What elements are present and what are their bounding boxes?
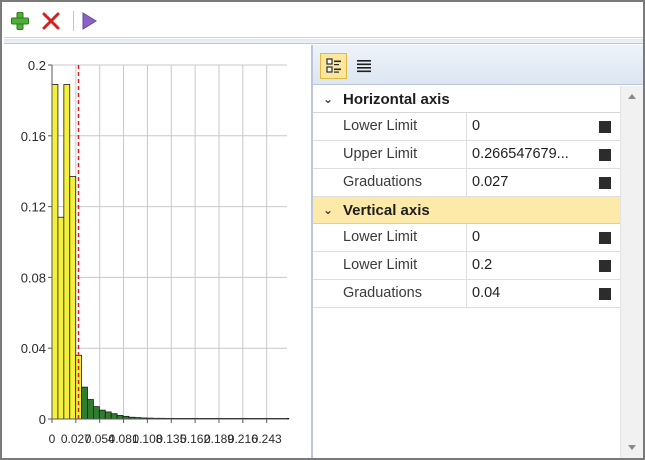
- column-divider: [466, 169, 467, 196]
- run-icon: [82, 12, 97, 30]
- y-tick-label: 0.16: [21, 129, 46, 144]
- histogram-bar: [116, 415, 124, 420]
- histogram-bar: [51, 84, 59, 420]
- chevron-down-icon[interactable]: ⌄: [313, 92, 343, 106]
- value-marker-icon: [599, 288, 611, 300]
- header-strip: [4, 39, 643, 44]
- column-divider: [466, 252, 467, 279]
- category-title: Horizontal axis: [343, 90, 450, 108]
- property-toolbar: [313, 45, 643, 85]
- property-grid: ⌄ Horizontal axis Lower Limit 0 Upper Li…: [313, 86, 620, 458]
- column-divider: [466, 141, 467, 168]
- column-divider: [466, 224, 467, 251]
- plot-area: [52, 65, 287, 419]
- category-title: Vertical axis: [343, 201, 430, 219]
- property-name: Graduations: [343, 174, 422, 190]
- y-tick-label: 0.12: [21, 200, 46, 215]
- column-divider: [466, 113, 467, 140]
- category-horizontal-axis[interactable]: ⌄ Horizontal axis: [313, 86, 620, 113]
- property-name: Graduations: [343, 285, 422, 301]
- add-button[interactable]: [9, 10, 31, 32]
- property-value[interactable]: 0.2: [472, 252, 594, 279]
- category-vertical-axis[interactable]: ⌄ Vertical axis: [313, 197, 620, 224]
- property-name: Lower Limit: [343, 118, 418, 134]
- y-tick-label: 0: [39, 412, 46, 427]
- column-divider: [466, 280, 467, 307]
- y-tick-label: 0.04: [21, 341, 46, 356]
- list-view-icon: [356, 60, 371, 73]
- histogram-bar: [110, 413, 118, 420]
- histogram-bar: [93, 406, 100, 420]
- vertical-scrollbar[interactable]: [620, 86, 643, 458]
- property-row[interactable]: Lower Limit 0: [313, 224, 620, 252]
- histogram-pane: 0 0.04 0.08 0.12 0.16 0.2 0 0.027 0.054 0.081 0.10…: [4, 45, 311, 458]
- chevron-down-icon[interactable]: ⌄: [313, 203, 343, 217]
- property-pane: ⌄ Horizontal axis Lower Limit 0 Upper Li…: [313, 45, 643, 458]
- value-marker-icon: [599, 121, 611, 133]
- property-value[interactable]: 0: [472, 113, 594, 140]
- property-value[interactable]: 0.04: [472, 280, 594, 307]
- y-tick-label: 0.08: [21, 270, 46, 285]
- add-icon: [11, 12, 29, 30]
- property-row[interactable]: Lower Limit 0.2: [313, 252, 620, 280]
- scroll-up-arrow-icon: [628, 94, 636, 99]
- property-name: Upper Limit: [343, 146, 418, 162]
- property-value[interactable]: 0.027: [472, 169, 594, 196]
- histogram-bar: [81, 386, 88, 420]
- property-row[interactable]: Upper Limit 0.266547679...: [313, 141, 620, 169]
- property-row[interactable]: Graduations 0.04: [313, 280, 620, 308]
- property-name: Lower Limit: [343, 257, 418, 273]
- y-tick-label: 0.2: [28, 58, 46, 73]
- property-value[interactable]: 0: [472, 224, 594, 251]
- histogram-chart: 00.040.080.120.160.20 0.0270.0540.0810.10…: [21, 58, 290, 446]
- value-marker-icon: [599, 232, 611, 244]
- delete-button[interactable]: [40, 10, 62, 32]
- property-row[interactable]: Lower Limit 0: [313, 113, 620, 141]
- histogram-bar: [87, 399, 94, 420]
- main-toolbar: [4, 4, 643, 38]
- scroll-down-arrow-icon: [628, 445, 636, 450]
- list-view-button[interactable]: [350, 53, 377, 79]
- window-frame: 0 0.04 0.08 0.12 0.16 0.2 0 0.027 0.054 0.081 0.10…: [0, 0, 645, 460]
- categorized-view-icon: [325, 58, 341, 73]
- value-marker-icon: [599, 177, 611, 189]
- categorized-view-button[interactable]: [320, 53, 347, 79]
- value-marker-icon: [599, 260, 611, 272]
- histogram-bar: [98, 409, 106, 420]
- property-row[interactable]: Graduations 0.027: [313, 169, 620, 197]
- x-tick-label: 0.243: [252, 432, 282, 446]
- value-marker-icon: [599, 149, 611, 161]
- scroll-down-button[interactable]: [621, 438, 643, 458]
- histogram-bar: [69, 176, 77, 420]
- toolbar-separator: [73, 11, 74, 31]
- histogram-bar: [57, 216, 65, 420]
- x-tick-label: 0: [49, 432, 56, 446]
- scroll-up-button[interactable]: [621, 86, 643, 106]
- content-area: 0 0.04 0.08 0.12 0.16 0.2 0 0.027 0.054 0.081 0.10…: [4, 39, 643, 458]
- histogram-bar: [104, 411, 112, 420]
- delete-icon: [42, 12, 60, 30]
- run-button[interactable]: [78, 10, 100, 32]
- property-value[interactable]: 0.266547679...: [472, 141, 594, 168]
- property-name: Lower Limit: [343, 229, 418, 245]
- histogram-bar: [63, 84, 71, 420]
